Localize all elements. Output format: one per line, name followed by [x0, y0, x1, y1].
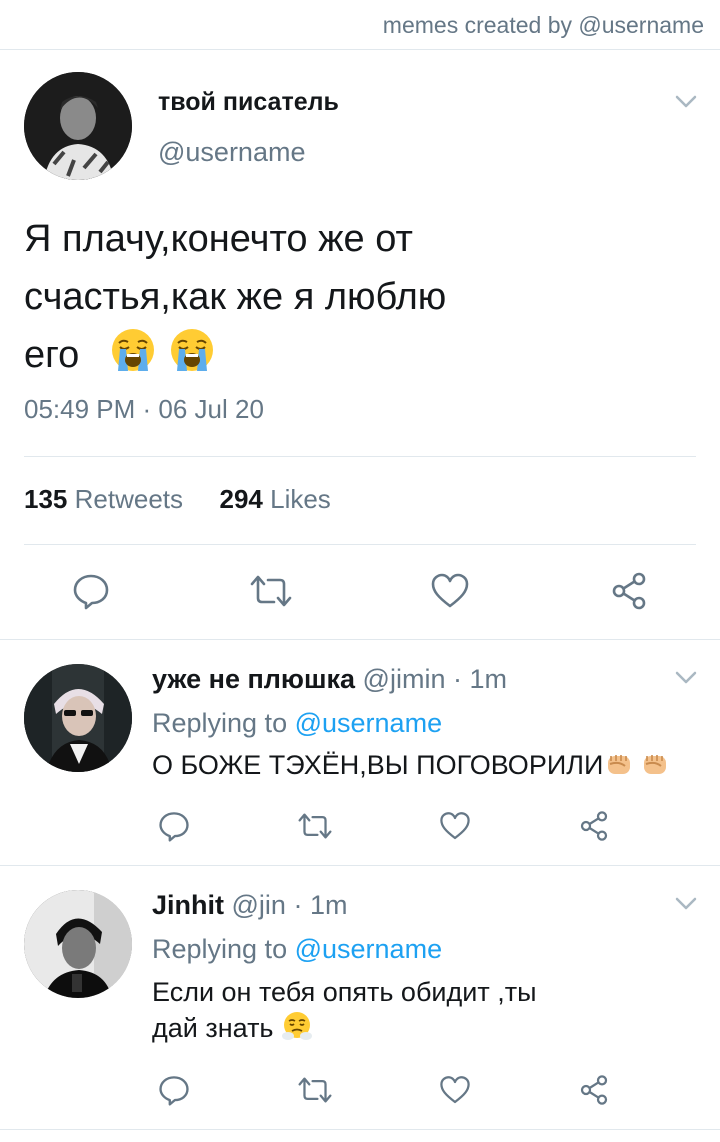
reply-icon[interactable] [72, 572, 110, 610]
likes-label[interactable]: Likes [270, 484, 331, 514]
chevron-down-icon[interactable] [675, 671, 697, 685]
steam-from-nose-icon [281, 1010, 313, 1042]
retweet-icon[interactable] [298, 1074, 332, 1106]
reply-text-line: Если он тебя опять обидит ,ты [152, 977, 537, 1007]
reply-text: О БОЖЕ ТЭХЁН,ВЫ ПОГОВОРИЛИ [152, 747, 702, 783]
reply-time: · 1m [293, 890, 348, 920]
like-heart-icon[interactable] [439, 1074, 471, 1106]
replying-to-label: Replying to [152, 708, 288, 738]
tweet-text-line: его [24, 326, 584, 384]
crying-face-icon [169, 327, 215, 373]
like-heart-icon[interactable] [430, 572, 470, 610]
replying-to-label: Replying to [152, 934, 288, 964]
retweets-count[interactable]: 135 [24, 484, 67, 514]
reply-time: · 1m [452, 664, 507, 694]
tweet-divider [0, 639, 720, 640]
tweet-text-line: счастья,как же я люблю [24, 276, 447, 318]
replying-to-handle-link[interactable]: @username [295, 708, 442, 738]
divider [24, 456, 696, 457]
chevron-down-icon[interactable] [675, 95, 697, 109]
reply-header: Jinhit @jin · 1m [152, 890, 347, 921]
retweet-icon[interactable] [298, 810, 332, 842]
reply-display-name[interactable]: уже не плюшка [152, 664, 355, 694]
retweets-label[interactable]: Retweets [75, 484, 183, 514]
tweet-stats: 135 Retweets 294 Likes [24, 484, 331, 515]
retweet-icon[interactable] [250, 572, 292, 610]
reply-text-content: О БОЖЕ ТЭХЁН,ВЫ ПОГОВОРИЛИ [152, 750, 604, 780]
tweet-timestamp[interactable]: 05:49 PM · 06 Jul 20 [24, 394, 264, 425]
tweet-divider [0, 865, 720, 866]
reply-avatar[interactable] [24, 890, 132, 998]
reply-icon[interactable] [158, 810, 190, 842]
reply-handle[interactable]: @jimin [363, 664, 446, 694]
tweet-text-line: Я плачу,конечто же от [24, 218, 413, 260]
raised-fist-icon [603, 747, 635, 779]
divider [24, 544, 696, 545]
replying-to: Replying to @username [152, 934, 442, 965]
author-avatar[interactable] [24, 72, 132, 180]
tweet-divider [0, 1129, 720, 1130]
reply-text: Если он тебя опять обидит ,ты дай знать [152, 974, 702, 1046]
replying-to-handle-link[interactable]: @username [295, 934, 442, 964]
meme-credit: memes created by @username [382, 12, 704, 38]
tweet-text-fragment: его [24, 334, 80, 376]
author-handle[interactable]: @username [158, 137, 305, 168]
raised-fist-icon [639, 747, 671, 779]
reply-text-fragment: дай знать [152, 1013, 274, 1043]
replying-to: Replying to @username [152, 708, 442, 739]
share-icon[interactable] [609, 572, 649, 610]
tweet-text: Я плачу,конечто же от счастья,как же я л… [24, 210, 584, 384]
reply-header: уже не плюшка @jimin · 1m [152, 664, 507, 695]
header-divider [0, 49, 720, 50]
chevron-down-icon[interactable] [675, 897, 697, 911]
reply-icon[interactable] [158, 1074, 190, 1106]
likes-count[interactable]: 294 [219, 484, 262, 514]
like-heart-icon[interactable] [439, 810, 471, 842]
share-icon[interactable] [578, 1074, 610, 1106]
author-display-name[interactable]: твой писатель [158, 88, 339, 117]
crying-face-icon [110, 327, 156, 373]
reply-text-line: дай знать [152, 1010, 702, 1046]
share-icon[interactable] [578, 810, 610, 842]
reply-handle[interactable]: @jin [232, 890, 286, 920]
reply-avatar[interactable] [24, 664, 132, 772]
reply-display-name[interactable]: Jinhit [152, 890, 224, 920]
